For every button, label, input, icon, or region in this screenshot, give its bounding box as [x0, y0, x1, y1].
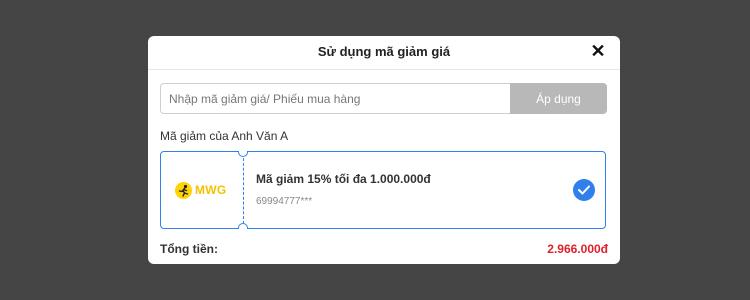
apply-button[interactable]: Áp dụng [510, 83, 607, 114]
voucher-divider [243, 158, 244, 224]
mwg-logo-icon [175, 181, 192, 199]
voucher-card[interactable]: MWG Mã giảm 15% tối đa 1.000.000đ 699947… [160, 151, 606, 229]
check-icon[interactable] [573, 179, 595, 201]
modal-title: Sử dụng mã giảm giá [317, 44, 451, 59]
voucher-code: 69994777*** [256, 196, 313, 207]
discount-code-input[interactable] [160, 83, 510, 114]
discount-code-modal: Sử dụng mã giảm giá ✕ Áp dụng Mã giảm củ… [148, 36, 620, 264]
total-label: Tổng tiền: [160, 242, 218, 256]
voucher-notch [238, 151, 248, 157]
total-value: 2.966.000đ [547, 242, 608, 256]
voucher-title: Mã giảm 15% tối đa 1.000.000đ [256, 172, 431, 186]
close-icon[interactable]: ✕ [589, 41, 607, 61]
voucher-logo-text: MWG [195, 183, 227, 197]
voucher-logo: MWG [175, 181, 227, 199]
voucher-section-label: Mã giảm của Anh Văn A [160, 129, 289, 143]
modal-header: Sử dụng mã giảm giá ✕ [148, 36, 620, 70]
